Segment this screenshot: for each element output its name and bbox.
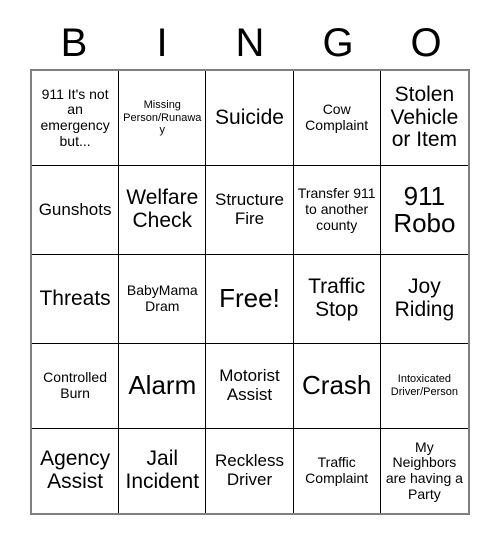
bingo-cell[interactable]: 911 Robo bbox=[380, 166, 468, 255]
bingo-cell[interactable]: Structure Fire bbox=[206, 166, 294, 255]
bingo-cell-label: Reckless Driver bbox=[215, 451, 284, 489]
bingo-cell[interactable]: 911 It's not an emergency but... bbox=[32, 71, 120, 166]
bingo-cell[interactable]: Motorist Assist bbox=[206, 344, 294, 429]
bingo-cell-label: Gunshots bbox=[38, 199, 112, 219]
bingo-cell[interactable]: Jail Incident bbox=[119, 429, 207, 513]
bingo-cell-label: Stolen Vehicle or Item bbox=[390, 82, 459, 152]
bingo-cell-label: Transfer 911 to another county bbox=[297, 185, 376, 233]
bingo-cell[interactable]: Suicide bbox=[206, 71, 294, 166]
bingo-cell[interactable]: Reckless Driver bbox=[206, 429, 294, 513]
bingo-cell[interactable]: Crash bbox=[293, 344, 381, 429]
bingo-card: B I N G O 911 It's not an emergency but.… bbox=[0, 0, 500, 544]
bingo-header: B I N G O bbox=[30, 16, 470, 69]
bingo-cell-label: Joy Riding bbox=[394, 275, 455, 321]
bingo-cell-label: Motorist Assist bbox=[219, 366, 280, 404]
bingo-cell-label: Structure Fire bbox=[215, 190, 284, 228]
bingo-cell-label: Traffic Stop bbox=[308, 275, 366, 321]
bingo-cell[interactable]: BabyMama Dram bbox=[119, 255, 207, 344]
bingo-cell-label: 911 It's not an emergency but... bbox=[40, 85, 110, 149]
bingo-cell[interactable]: Free! bbox=[206, 255, 294, 344]
header-letter-o: O bbox=[410, 20, 442, 65]
bingo-cell[interactable]: Gunshots bbox=[32, 166, 120, 255]
header-letter-n: N bbox=[235, 20, 265, 65]
bingo-grid: 911 It's not an emergency but... Missing … bbox=[30, 69, 470, 515]
bingo-cell-label: Threats bbox=[39, 286, 111, 310]
bingo-cell[interactable]: Cow Complaint bbox=[293, 71, 381, 166]
bingo-cell-label: Missing Person/Runaway bbox=[123, 99, 202, 137]
bingo-cell-label: Suicide bbox=[215, 105, 284, 129]
bingo-cell-label: BabyMama Dram bbox=[126, 282, 198, 314]
bingo-cell[interactable]: Joy Riding bbox=[380, 255, 468, 344]
bingo-cell[interactable]: Traffic Stop bbox=[293, 255, 381, 344]
bingo-cell[interactable]: Alarm bbox=[119, 344, 207, 429]
bingo-cell[interactable]: Intoxicated Driver/Person bbox=[380, 344, 468, 429]
bingo-cell-label: Jail Incident bbox=[125, 447, 200, 493]
bingo-cell-label: Controlled Burn bbox=[43, 369, 107, 401]
bingo-cell[interactable]: Missing Person/Runaway bbox=[119, 71, 207, 166]
bingo-cell[interactable]: Welfare Check bbox=[119, 166, 207, 255]
bingo-cell[interactable]: Controlled Burn bbox=[32, 344, 120, 429]
bingo-cell-label: 911 Robo bbox=[393, 180, 456, 238]
bingo-cell[interactable]: Agency Assist bbox=[32, 429, 120, 513]
bingo-cell[interactable]: My Neighbors are having a Party bbox=[380, 429, 468, 513]
header-letter-i: I bbox=[156, 20, 168, 65]
bingo-cell[interactable]: Traffic Complaint bbox=[293, 429, 381, 513]
bingo-cell-label: Welfare Check bbox=[126, 186, 199, 232]
bingo-cell-label: Traffic Complaint bbox=[305, 454, 369, 486]
bingo-cell-label: Agency Assist bbox=[40, 447, 111, 493]
bingo-cell-label: Alarm bbox=[128, 370, 197, 401]
header-letter-g: G bbox=[322, 20, 354, 65]
bingo-cell-label: My Neighbors are having a Party bbox=[385, 438, 463, 502]
bingo-cell-label: Intoxicated Driver/Person bbox=[390, 373, 459, 398]
bingo-cell-label: Free! bbox=[219, 283, 280, 314]
bingo-cell[interactable]: Stolen Vehicle or Item bbox=[380, 71, 468, 166]
bingo-cell[interactable]: Transfer 911 to another county bbox=[293, 166, 381, 255]
bingo-cell-label: Cow Complaint bbox=[305, 101, 369, 133]
header-letter-b: B bbox=[60, 20, 88, 65]
bingo-cell[interactable]: Threats bbox=[32, 255, 120, 344]
bingo-cell-label: Crash bbox=[302, 370, 372, 401]
